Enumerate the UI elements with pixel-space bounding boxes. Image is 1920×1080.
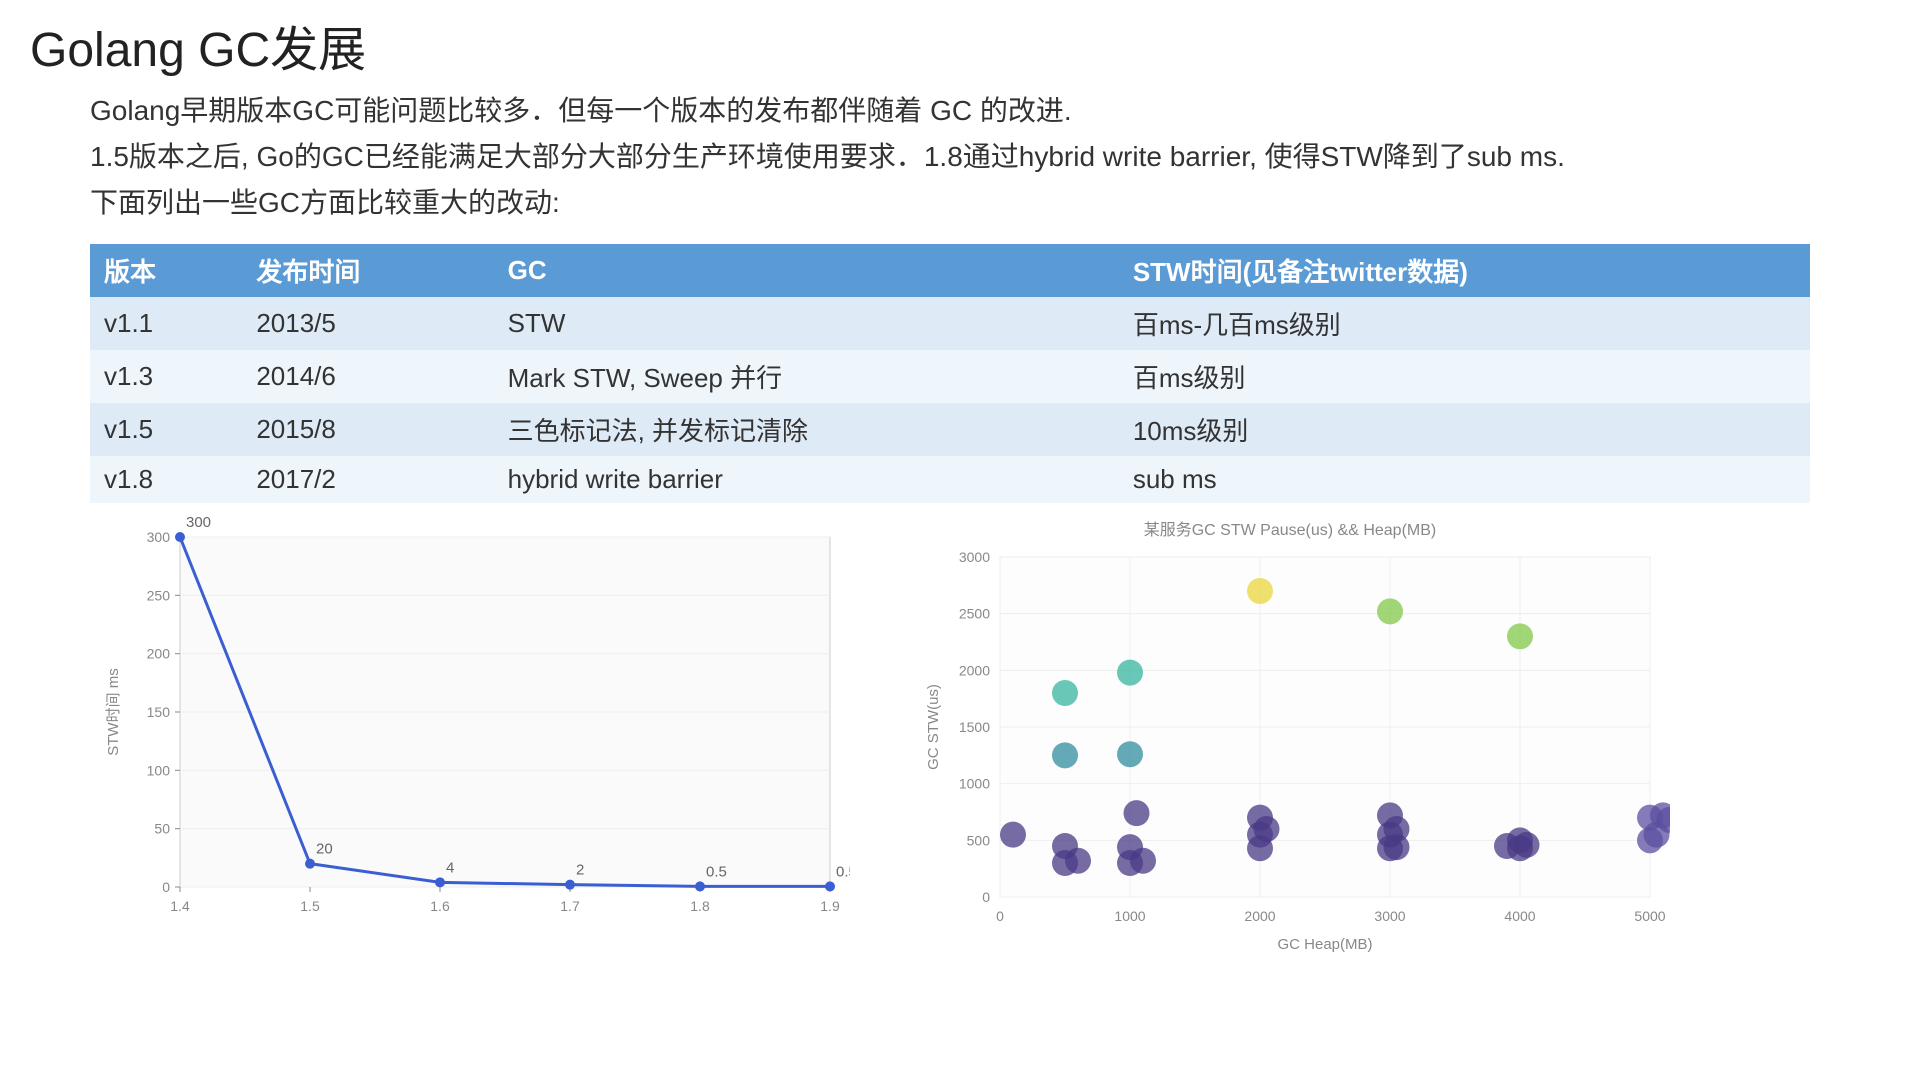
charts-row: 0501001502002503001.41.51.61.71.81.9STW时… bbox=[90, 517, 1890, 962]
table-cell: v1.8 bbox=[90, 456, 242, 503]
table-cell: 百ms级别 bbox=[1119, 350, 1810, 403]
svg-text:1000: 1000 bbox=[959, 776, 990, 792]
table-row: v1.32014/6Mark STW, Sweep 并行百ms级别 bbox=[90, 350, 1810, 403]
th-gc: GC bbox=[494, 244, 1119, 297]
svg-text:100: 100 bbox=[147, 762, 171, 778]
svg-text:20: 20 bbox=[316, 841, 333, 858]
table-cell: 2014/6 bbox=[242, 350, 493, 403]
table-row: v1.52015/8三色标记法, 并发标记清除10ms级别 bbox=[90, 403, 1810, 456]
svg-text:2: 2 bbox=[576, 862, 584, 879]
svg-text:GC STW(us): GC STW(us) bbox=[925, 684, 942, 770]
svg-text:0: 0 bbox=[982, 889, 990, 905]
svg-text:1.5: 1.5 bbox=[300, 898, 320, 914]
svg-text:STW时间 ms: STW时间 ms bbox=[105, 668, 122, 756]
svg-text:2000: 2000 bbox=[1244, 908, 1275, 924]
svg-text:3000: 3000 bbox=[1374, 908, 1405, 924]
table-cell: sub ms bbox=[1119, 456, 1810, 503]
svg-text:0.5: 0.5 bbox=[836, 863, 850, 880]
slide: Golang GC发展 Golang早期版本GC可能问题比较多．但每一个版本的发… bbox=[0, 0, 1920, 962]
table-cell: hybrid write barrier bbox=[494, 456, 1119, 503]
svg-text:300: 300 bbox=[186, 517, 211, 531]
svg-text:2500: 2500 bbox=[959, 606, 990, 622]
table-row: v1.12013/5STW百ms-几百ms级别 bbox=[90, 297, 1810, 350]
table-cell: v1.5 bbox=[90, 403, 242, 456]
svg-text:1.6: 1.6 bbox=[430, 898, 450, 914]
table-row: v1.82017/2hybrid write barriersub ms bbox=[90, 456, 1810, 503]
table-cell: v1.3 bbox=[90, 350, 242, 403]
svg-text:50: 50 bbox=[154, 821, 170, 837]
svg-text:3000: 3000 bbox=[959, 549, 990, 565]
svg-text:1500: 1500 bbox=[959, 719, 990, 735]
intro-line: 1.5版本之后, Go的GC已经能满足大部分大部分生产环境使用要求．1.8通过h… bbox=[30, 136, 1890, 178]
svg-text:某服务GC STW Pause(us) && Heap(MB: 某服务GC STW Pause(us) && Heap(MB) bbox=[1144, 521, 1437, 539]
svg-text:4000: 4000 bbox=[1504, 908, 1535, 924]
svg-text:250: 250 bbox=[147, 587, 171, 603]
intro-line: 下面列出一些GC方面比较重大的改动: bbox=[30, 182, 1890, 224]
th-stw: STW时间(见备注twitter数据) bbox=[1119, 244, 1810, 297]
table-cell: 2013/5 bbox=[242, 297, 493, 350]
table-cell: STW bbox=[494, 297, 1119, 350]
svg-text:1.9: 1.9 bbox=[820, 898, 840, 914]
svg-text:1.8: 1.8 bbox=[690, 898, 710, 914]
svg-text:0: 0 bbox=[162, 879, 170, 895]
page-title: Golang GC发展 bbox=[30, 10, 1890, 80]
table-cell: 10ms级别 bbox=[1119, 403, 1810, 456]
table-cell: 2015/8 bbox=[242, 403, 493, 456]
th-version: 版本 bbox=[90, 244, 242, 297]
svg-text:5000: 5000 bbox=[1634, 908, 1665, 924]
svg-text:300: 300 bbox=[147, 529, 171, 545]
svg-text:1.7: 1.7 bbox=[560, 898, 580, 914]
svg-text:GC Heap(MB): GC Heap(MB) bbox=[1277, 936, 1372, 953]
scatter-chart: 某服务GC STW Pause(us) && Heap(MB) 0 500 1000 1… bbox=[910, 517, 1670, 962]
svg-text:1000: 1000 bbox=[1114, 908, 1145, 924]
gc-history-table: 版本 发布时间 GC STW时间(见备注twitter数据) v1.12013/… bbox=[90, 244, 1810, 503]
svg-text:2000: 2000 bbox=[959, 662, 990, 678]
intro-block: Golang早期版本GC可能问题比较多．但每一个版本的发布都伴随着 GC 的改进… bbox=[30, 90, 1890, 224]
svg-text:1.4: 1.4 bbox=[170, 898, 190, 914]
table-cell: 2017/2 bbox=[242, 456, 493, 503]
th-date: 发布时间 bbox=[242, 244, 493, 297]
table-cell: v1.1 bbox=[90, 297, 242, 350]
svg-text:4: 4 bbox=[446, 859, 454, 876]
table-cell: Mark STW, Sweep 并行 bbox=[494, 350, 1119, 403]
line-chart: 0 50 100 150 200 250 300 1.4 1.5 1.6 1.7 1.8 1.9 STW时… bbox=[90, 517, 850, 962]
intro-line: Golang早期版本GC可能问题比较多．但每一个版本的发布都伴随着 GC 的改进… bbox=[30, 90, 1890, 132]
table-cell: 三色标记法, 并发标记清除 bbox=[494, 403, 1119, 456]
table-cell: 百ms-几百ms级别 bbox=[1119, 297, 1810, 350]
svg-text:150: 150 bbox=[147, 704, 171, 720]
svg-text:500: 500 bbox=[967, 832, 991, 848]
svg-text:0.5: 0.5 bbox=[706, 863, 727, 880]
svg-text:200: 200 bbox=[147, 646, 171, 662]
svg-text:0: 0 bbox=[996, 908, 1004, 924]
table-header-row: 版本 发布时间 GC STW时间(见备注twitter数据) bbox=[90, 244, 1810, 297]
